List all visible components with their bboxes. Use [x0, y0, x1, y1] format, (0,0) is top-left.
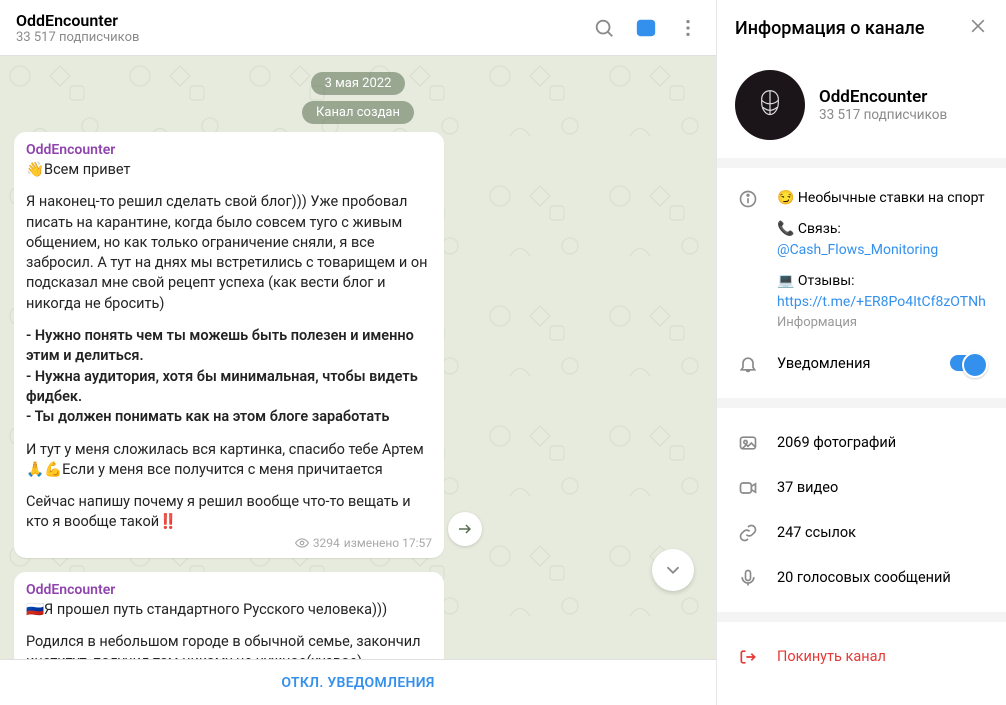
avatar[interactable] [735, 70, 805, 140]
message-text: 🇷🇺Я прошел путь стандартного Русского че… [26, 600, 432, 620]
channel-subscribers: 33 517 подписчиков [819, 107, 947, 123]
close-icon[interactable] [968, 16, 988, 40]
chat-body[interactable]: 3 мая 2022 Канал создан OddEncounter 👋Вс… [0, 56, 716, 659]
chat-title: OddEncounter [16, 11, 592, 30]
sidebar-toggle-icon[interactable] [634, 16, 658, 40]
video-icon [737, 477, 759, 498]
date-chip[interactable]: 3 мая 2022 [311, 72, 406, 95]
leave-channel-row[interactable]: Покинуть канал [717, 634, 1006, 679]
channel-name: OddEncounter [819, 87, 947, 107]
reviews-label: 💻 Отзывы: [777, 271, 986, 292]
contact-label: 📞 Связь: [777, 219, 986, 240]
channel-description: 😏 Необычные ставки на спорт [777, 188, 986, 209]
bell-icon [737, 353, 759, 374]
links-row[interactable]: 247 ссылок [717, 510, 1006, 555]
views-icon [295, 536, 309, 550]
message-sender[interactable]: OddEncounter [26, 582, 432, 598]
message-text: Я наконец-то решил сделать свой блог))) … [26, 192, 432, 314]
info-caption: Информация [777, 313, 986, 333]
videos-row[interactable]: 37 видео [717, 465, 1006, 510]
chat-header-titles[interactable]: OddEncounter 33 517 подписчиков [16, 11, 592, 45]
videos-count: 37 видео [777, 479, 838, 496]
contact-link[interactable]: @Cash_Flows_Monitoring [777, 240, 986, 261]
message-text: 👋Всем привет [26, 160, 432, 180]
channel-info-panel: Информация о канале OddEncounter 33 517 … [716, 0, 1006, 705]
photos-count: 2069 фотографий [777, 434, 896, 451]
mute-notifications-button[interactable]: ОТКЛ. УВЕДОМЛЕНИЯ [0, 659, 716, 705]
panel-title: Информация о канале [735, 18, 968, 39]
photo-icon [737, 432, 759, 453]
microphone-icon [737, 567, 759, 588]
message-text: И тут у меня сложилась вся картинка, спа… [26, 440, 432, 481]
notifications-toggle-row[interactable]: Уведомления [717, 341, 1006, 386]
message-edited-time: изменено 17:57 [344, 536, 432, 550]
channel-created-chip: Канал создан [302, 101, 414, 124]
search-icon[interactable] [592, 16, 616, 40]
message-bubble[interactable]: OddEncounter 🇷🇺Я прошел путь стандартног… [14, 572, 444, 659]
channel-description-row[interactable]: 😏 Необычные ставки на спорт 📞 Связь: @Ca… [717, 180, 1006, 341]
more-menu-icon[interactable] [676, 16, 700, 40]
share-button[interactable] [448, 512, 482, 546]
message-text: Сейчас напишу почему я решил вообще что-… [26, 492, 432, 533]
photos-row[interactable]: 2069 фотографий [717, 420, 1006, 465]
message-views: 3294 [313, 536, 340, 550]
channel-profile[interactable]: OddEncounter 33 517 подписчиков [717, 56, 1006, 158]
notifications-toggle[interactable] [950, 355, 986, 371]
voice-row[interactable]: 20 голосовых сообщений [717, 555, 1006, 600]
info-icon [737, 188, 759, 333]
chat-subscribers: 33 517 подписчиков [16, 30, 592, 45]
link-icon [737, 522, 759, 543]
reviews-link[interactable]: https://t.me/+ER8Po4ItCf8zOTNh [777, 292, 986, 313]
leave-channel-label: Покинуть канал [777, 648, 886, 665]
scroll-to-bottom-button[interactable] [652, 549, 694, 591]
message-text: - Нужно понять чем ты можешь быть полезе… [26, 326, 432, 427]
message-sender[interactable]: OddEncounter [26, 142, 432, 158]
message-bubble[interactable]: OddEncounter 👋Всем привет Я наконец-то р… [14, 132, 444, 558]
chat-header: OddEncounter 33 517 подписчиков [0, 0, 716, 56]
message-text: Родился в небольшом городе в обычной сем… [26, 632, 432, 659]
links-count: 247 ссылок [777, 524, 856, 541]
notifications-label: Уведомления [777, 355, 932, 372]
leave-icon [737, 646, 759, 667]
voice-count: 20 голосовых сообщений [777, 569, 951, 586]
